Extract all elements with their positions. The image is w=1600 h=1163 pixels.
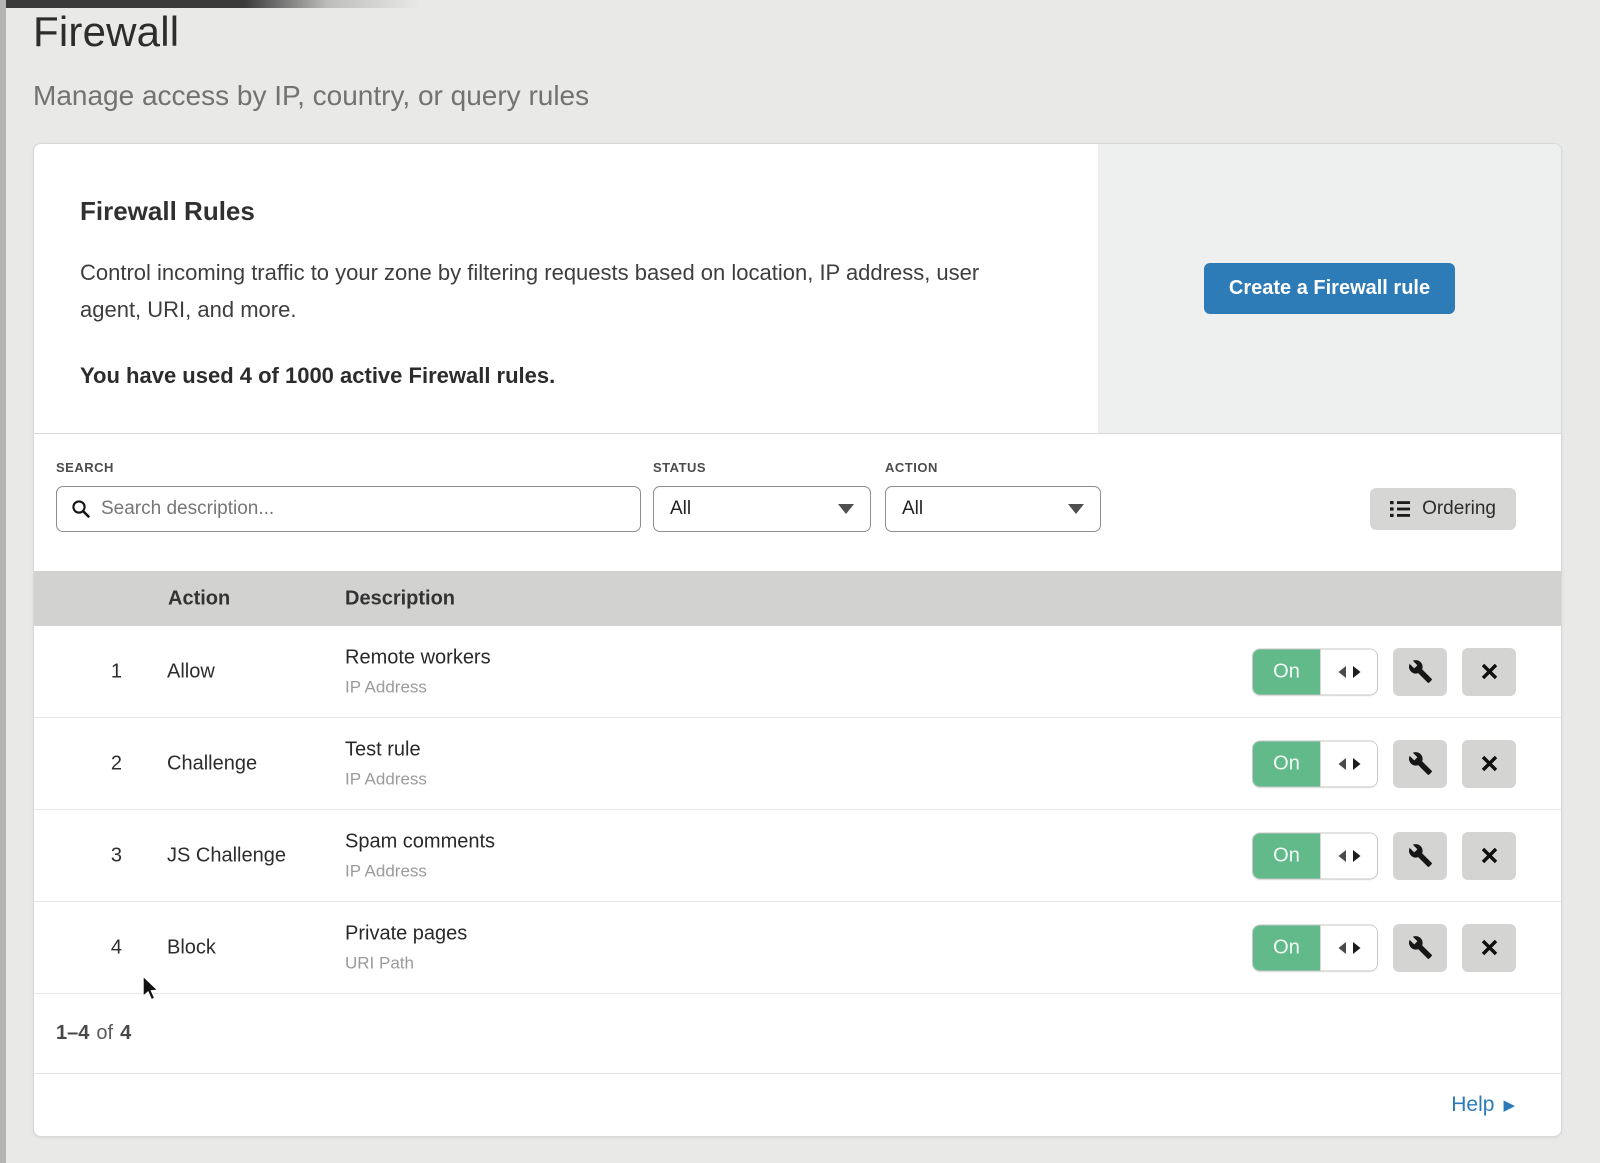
edit-rule-button[interactable]	[1393, 924, 1447, 972]
card-footer: Help ▶	[34, 1074, 1561, 1136]
rule-description-block: Remote workers IP Address	[345, 646, 491, 697]
toggle-on-state: On	[1253, 741, 1320, 786]
rule-action: JS Challenge	[167, 844, 286, 867]
rule-enabled-toggle[interactable]: On	[1252, 832, 1378, 879]
edit-rule-button[interactable]	[1393, 740, 1447, 788]
status-selected-value: All	[670, 498, 691, 520]
create-rule-panel: Create a Firewall rule	[1098, 144, 1561, 433]
column-header-description: Description	[345, 587, 455, 610]
status-select[interactable]: All	[653, 486, 871, 532]
help-link[interactable]: Help ▶	[1451, 1093, 1515, 1117]
wrench-icon	[1408, 659, 1433, 684]
rule-description-block: Spam comments IP Address	[345, 830, 495, 881]
table-row: 3 JS Challenge Spam comments IP Address …	[34, 810, 1561, 902]
rule-description: Private pages	[345, 922, 467, 945]
rule-match-type: URI Path	[345, 953, 467, 973]
close-icon	[1480, 662, 1499, 681]
close-icon	[1480, 846, 1499, 865]
help-link-label: Help	[1451, 1093, 1494, 1117]
table-row: 4 Block Private pages URI Path On	[34, 902, 1561, 994]
firewall-rules-card: Firewall Rules Control incoming traffic …	[33, 143, 1562, 1137]
search-box[interactable]	[56, 486, 641, 532]
rule-match-type: IP Address	[345, 861, 495, 881]
pagination-status: 1–4 of 4	[34, 994, 1561, 1074]
window-top-edge	[0, 0, 420, 8]
close-icon	[1480, 754, 1499, 773]
wrench-icon	[1408, 751, 1433, 776]
create-firewall-rule-button[interactable]: Create a Firewall rule	[1204, 263, 1455, 314]
rule-priority: 4	[86, 936, 122, 959]
delete-rule-button[interactable]	[1462, 832, 1516, 880]
card-description: Control incoming traffic to your zone by…	[80, 255, 1030, 329]
column-header-action: Action	[168, 587, 230, 610]
card-heading: Firewall Rules	[80, 196, 1038, 227]
ordering-button-label: Ordering	[1422, 498, 1496, 520]
ordered-list-icon	[1390, 500, 1411, 518]
search-icon	[71, 499, 91, 519]
action-select[interactable]: All	[885, 486, 1101, 532]
intro-section: Firewall Rules Control incoming traffic …	[34, 144, 1561, 434]
toggle-on-state: On	[1253, 925, 1320, 970]
chevron-down-icon	[1068, 504, 1084, 514]
usage-summary: You have used 4 of 1000 active Firewall …	[80, 363, 1038, 389]
edit-rule-button[interactable]	[1393, 648, 1447, 696]
rule-enabled-toggle[interactable]: On	[1252, 924, 1378, 971]
pagination-range: 1–4	[56, 1022, 89, 1045]
window-left-edge	[0, 0, 6, 1163]
pagination-total: 4	[120, 1022, 131, 1045]
chevron-down-icon	[838, 504, 854, 514]
rule-description: Spam comments	[345, 830, 495, 853]
rule-description: Test rule	[345, 738, 427, 761]
table-row: 1 Allow Remote workers IP Address On	[34, 626, 1561, 718]
pagination-of: of	[96, 1022, 113, 1045]
intro-text-block: Firewall Rules Control incoming traffic …	[34, 144, 1098, 433]
delete-rule-button[interactable]	[1462, 648, 1516, 696]
rule-description-block: Test rule IP Address	[345, 738, 427, 789]
table-header: Action Description	[34, 571, 1561, 626]
ordering-button[interactable]: Ordering	[1370, 488, 1516, 530]
page-header: Firewall Manage access by IP, country, o…	[33, 8, 589, 112]
search-input[interactable]	[101, 498, 626, 520]
rule-priority: 2	[86, 752, 122, 775]
action-label: ACTION	[885, 460, 938, 475]
edit-rule-button[interactable]	[1393, 832, 1447, 880]
rule-enabled-toggle[interactable]: On	[1252, 740, 1378, 787]
toggle-on-state: On	[1253, 649, 1320, 694]
page-subtitle: Manage access by IP, country, or query r…	[33, 80, 589, 112]
rule-action: Challenge	[167, 752, 257, 775]
rule-priority: 3	[86, 844, 122, 867]
page-title: Firewall	[33, 8, 589, 56]
status-label: STATUS	[653, 460, 706, 475]
toggle-on-state: On	[1253, 833, 1320, 878]
rule-match-type: IP Address	[345, 677, 491, 697]
table-row: 2 Challenge Test rule IP Address On	[34, 718, 1561, 810]
arrow-right-icon: ▶	[1503, 1098, 1515, 1113]
rule-description-block: Private pages URI Path	[345, 922, 467, 973]
wrench-icon	[1408, 935, 1433, 960]
rule-match-type: IP Address	[345, 769, 427, 789]
action-selected-value: All	[902, 498, 923, 520]
search-label: SEARCH	[56, 460, 114, 475]
close-icon	[1480, 938, 1499, 957]
toggle-arrows-icon	[1320, 833, 1377, 878]
rule-action: Block	[167, 936, 216, 959]
delete-rule-button[interactable]	[1462, 924, 1516, 972]
rule-description: Remote workers	[345, 646, 491, 669]
wrench-icon	[1408, 843, 1433, 868]
delete-rule-button[interactable]	[1462, 740, 1516, 788]
toggle-arrows-icon	[1320, 741, 1377, 786]
toggle-arrows-icon	[1320, 925, 1377, 970]
rule-priority: 1	[86, 660, 122, 683]
toggle-arrows-icon	[1320, 649, 1377, 694]
rule-action: Allow	[167, 660, 215, 683]
filter-bar: SEARCH STATUS All ACTION All	[34, 434, 1561, 571]
rule-enabled-toggle[interactable]: On	[1252, 648, 1378, 695]
